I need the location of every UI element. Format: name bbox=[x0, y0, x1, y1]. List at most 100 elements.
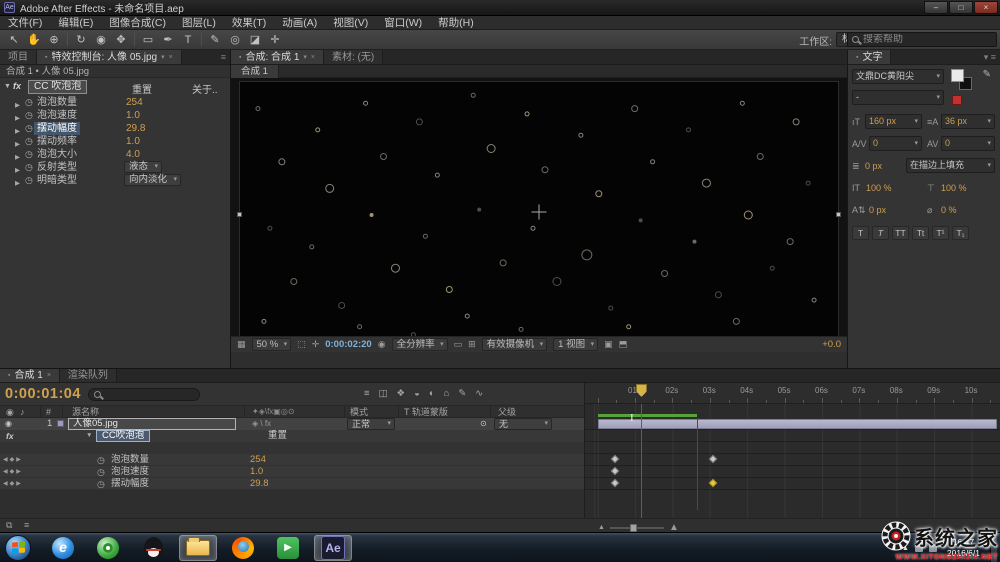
comp-viewer[interactable]: ▦ 50 % ▾ ⬚ ✛ 0:00:02:20 ◉ 全分辨率 ▾ ▭ ⊞ bbox=[231, 78, 847, 352]
text-style-button[interactable]: T¹ bbox=[932, 226, 949, 240]
stopwatch-icon[interactable]: ◷ bbox=[97, 466, 105, 478]
camera-tool[interactable]: ◉ bbox=[91, 31, 111, 49]
stroke-width-value[interactable]: 0 px bbox=[865, 158, 882, 174]
effect-name[interactable]: CC 吹泡泡 bbox=[28, 80, 87, 94]
font-size-dropdown[interactable]: 160 px ▾ bbox=[865, 114, 922, 129]
zoom-dropdown[interactable]: 50 % ▾ bbox=[252, 338, 292, 351]
stopwatch-icon[interactable]: ◷ bbox=[97, 454, 105, 466]
font-style-dropdown[interactable]: - ▾ bbox=[852, 90, 944, 105]
horizontal-scale-value[interactable]: 100 % bbox=[941, 180, 967, 196]
grid-options-icon[interactable]: ▦ bbox=[237, 339, 246, 350]
close-tab-icon[interactable]: × bbox=[311, 50, 315, 65]
tab-character[interactable]: ▪ 文字 bbox=[848, 50, 891, 64]
timeline-property-row[interactable]: ◀◆▶◷摆动幅度29.8 bbox=[0, 478, 584, 490]
mask-toggle-icon[interactable]: ✛ bbox=[312, 339, 320, 350]
hand-tool[interactable]: ✋ bbox=[24, 31, 44, 49]
taskbar-qq[interactable] bbox=[134, 535, 172, 561]
fx-badge-icon[interactable]: fx bbox=[13, 81, 21, 91]
left-edge-handle[interactable] bbox=[237, 212, 242, 217]
keyframe-navigator[interactable]: ◀◆▶ bbox=[3, 466, 23, 478]
menu-view[interactable]: 视图(V) bbox=[325, 16, 376, 30]
no-color-swatch[interactable] bbox=[952, 95, 962, 105]
comp-timecode[interactable]: 0:00:02:20 bbox=[325, 339, 371, 350]
tab-composition[interactable]: ▪ 合成: 合成 1 ▾ × bbox=[231, 50, 324, 64]
taskbar-explorer[interactable] bbox=[179, 535, 217, 561]
layer-duration-bar[interactable] bbox=[598, 419, 997, 429]
text-style-button[interactable]: T₁ bbox=[952, 226, 969, 240]
mask-shape-tool[interactable]: ▭ bbox=[138, 31, 158, 49]
caret-down-icon[interactable]: ▾ bbox=[161, 50, 165, 65]
taskbar-firefox[interactable] bbox=[224, 535, 262, 561]
text-style-button[interactable]: T bbox=[872, 226, 889, 240]
param-value[interactable]: 4.0 bbox=[126, 148, 140, 161]
text-style-button[interactable]: T bbox=[852, 226, 869, 240]
layer-switches[interactable]: ◈ \ fx bbox=[252, 418, 271, 430]
text-style-button[interactable]: Tt bbox=[912, 226, 929, 240]
start-button[interactable] bbox=[5, 535, 31, 561]
taskbar-after-effects[interactable]: Ae bbox=[314, 535, 352, 561]
stopwatch-icon[interactable]: ◷ bbox=[25, 148, 33, 161]
maximize-button[interactable]: □ bbox=[949, 1, 973, 14]
timeline-ruler[interactable]: 01s02s03s04s05s06s07s08s09s10s bbox=[585, 383, 1000, 404]
zoom-tool[interactable]: ⊕ bbox=[44, 31, 64, 49]
stopwatch-icon[interactable]: ◷ bbox=[25, 122, 33, 135]
twirl-down-icon[interactable]: ▼ bbox=[86, 430, 92, 442]
pan-behind-tool[interactable]: ✥ bbox=[111, 31, 131, 49]
tab-timeline-comp[interactable]: ▪ 合成 1 × bbox=[0, 369, 60, 382]
panel-menu-icon[interactable]: ≡ bbox=[221, 50, 230, 64]
stopwatch-icon[interactable]: ◷ bbox=[25, 135, 33, 148]
cti-line[interactable] bbox=[641, 404, 642, 518]
layer-row[interactable]: ◉ 1 人像05.jpg ◈ \ fx 正常 ▾ ⊙ 无 ▾ bbox=[0, 418, 584, 430]
leading-dropdown[interactable]: 36 px ▾ bbox=[941, 114, 995, 129]
tsume-value[interactable]: 0 % bbox=[941, 202, 957, 218]
about-button[interactable]: 关于.. bbox=[192, 81, 218, 96]
menu-composition[interactable]: 图像合成(C) bbox=[101, 16, 174, 30]
help-search-box[interactable] bbox=[847, 32, 997, 47]
menu-animation[interactable]: 动画(A) bbox=[274, 16, 325, 30]
fill-stroke-mode-dropdown[interactable]: 在描边上填充 ▾ bbox=[906, 158, 995, 173]
view-layout-dropdown[interactable]: 1 视图 ▾ bbox=[553, 338, 598, 351]
exposure-value[interactable]: +0.0 bbox=[822, 339, 841, 350]
right-edge-handle[interactable] bbox=[836, 212, 841, 217]
panel-menu-icon[interactable]: ▾ ≡ bbox=[984, 50, 1000, 64]
font-family-dropdown[interactable]: 文鼎DC黄阳尖 ▾ bbox=[852, 69, 944, 84]
fx-badge-icon[interactable]: fx bbox=[6, 430, 14, 442]
param-dropdown[interactable]: 液态▾ bbox=[124, 161, 162, 173]
param-value[interactable]: 29.8 bbox=[126, 122, 145, 135]
expand-layers-icon[interactable]: ≡ bbox=[24, 520, 29, 530]
stopwatch-icon[interactable]: ◷ bbox=[25, 96, 33, 109]
comp-frame[interactable] bbox=[239, 81, 839, 349]
menu-window[interactable]: 窗口(W) bbox=[376, 16, 430, 30]
blend-mode-dropdown[interactable]: 正常 ▾ bbox=[347, 418, 395, 430]
keyframe-navigator[interactable]: ◀◆▶ bbox=[3, 454, 23, 466]
twirl-down-icon[interactable]: ▼ bbox=[4, 83, 11, 90]
stopwatch-icon[interactable]: ◷ bbox=[25, 109, 33, 122]
puppet-pin-tool[interactable]: ✛ bbox=[265, 31, 285, 49]
kerning-dropdown[interactable]: 0 ▾ bbox=[869, 136, 922, 151]
stopwatch-icon[interactable]: ◷ bbox=[25, 174, 33, 187]
eraser-tool[interactable]: ◪ bbox=[245, 31, 265, 49]
caret-down-icon[interactable]: ▾ bbox=[303, 50, 307, 65]
tracking-dropdown[interactable]: 0 ▾ bbox=[941, 136, 995, 151]
toggle-switches-icon[interactable]: ⧉ bbox=[6, 520, 12, 531]
zoom-out-mountain-icon[interactable]: ▲ bbox=[598, 524, 605, 531]
stopwatch-icon[interactable]: ◷ bbox=[97, 478, 105, 490]
close-tab-icon[interactable]: × bbox=[47, 368, 51, 383]
layer-color-swatch[interactable] bbox=[57, 420, 64, 427]
region-of-interest-icon[interactable]: ▭ bbox=[454, 339, 463, 350]
resolution-dropdown[interactable]: 全分辨率 ▾ bbox=[392, 338, 448, 351]
tab-footage[interactable]: 素材: (无) bbox=[324, 50, 383, 64]
menu-effect[interactable]: 效果(T) bbox=[224, 16, 274, 30]
property-value[interactable]: 1.0 bbox=[250, 466, 263, 478]
tab-project[interactable]: 项目 bbox=[0, 50, 37, 64]
reset-button[interactable]: 重置 bbox=[268, 430, 287, 442]
eyedropper-icon[interactable]: ✎ bbox=[983, 69, 991, 80]
help-search-input[interactable] bbox=[863, 34, 995, 45]
effect-group-name[interactable]: CC吹泡泡 bbox=[96, 430, 150, 442]
taskbar-green-app[interactable]: ▶ bbox=[269, 535, 307, 561]
snapshot-icon[interactable]: ◉ bbox=[378, 339, 386, 350]
param-dropdown[interactable]: 向内淡化▾ bbox=[124, 174, 181, 186]
brush-tool[interactable]: ✎ bbox=[205, 31, 225, 49]
pick-whip-icon[interactable]: ⊙ bbox=[480, 418, 487, 430]
close-button[interactable]: × bbox=[974, 1, 998, 14]
